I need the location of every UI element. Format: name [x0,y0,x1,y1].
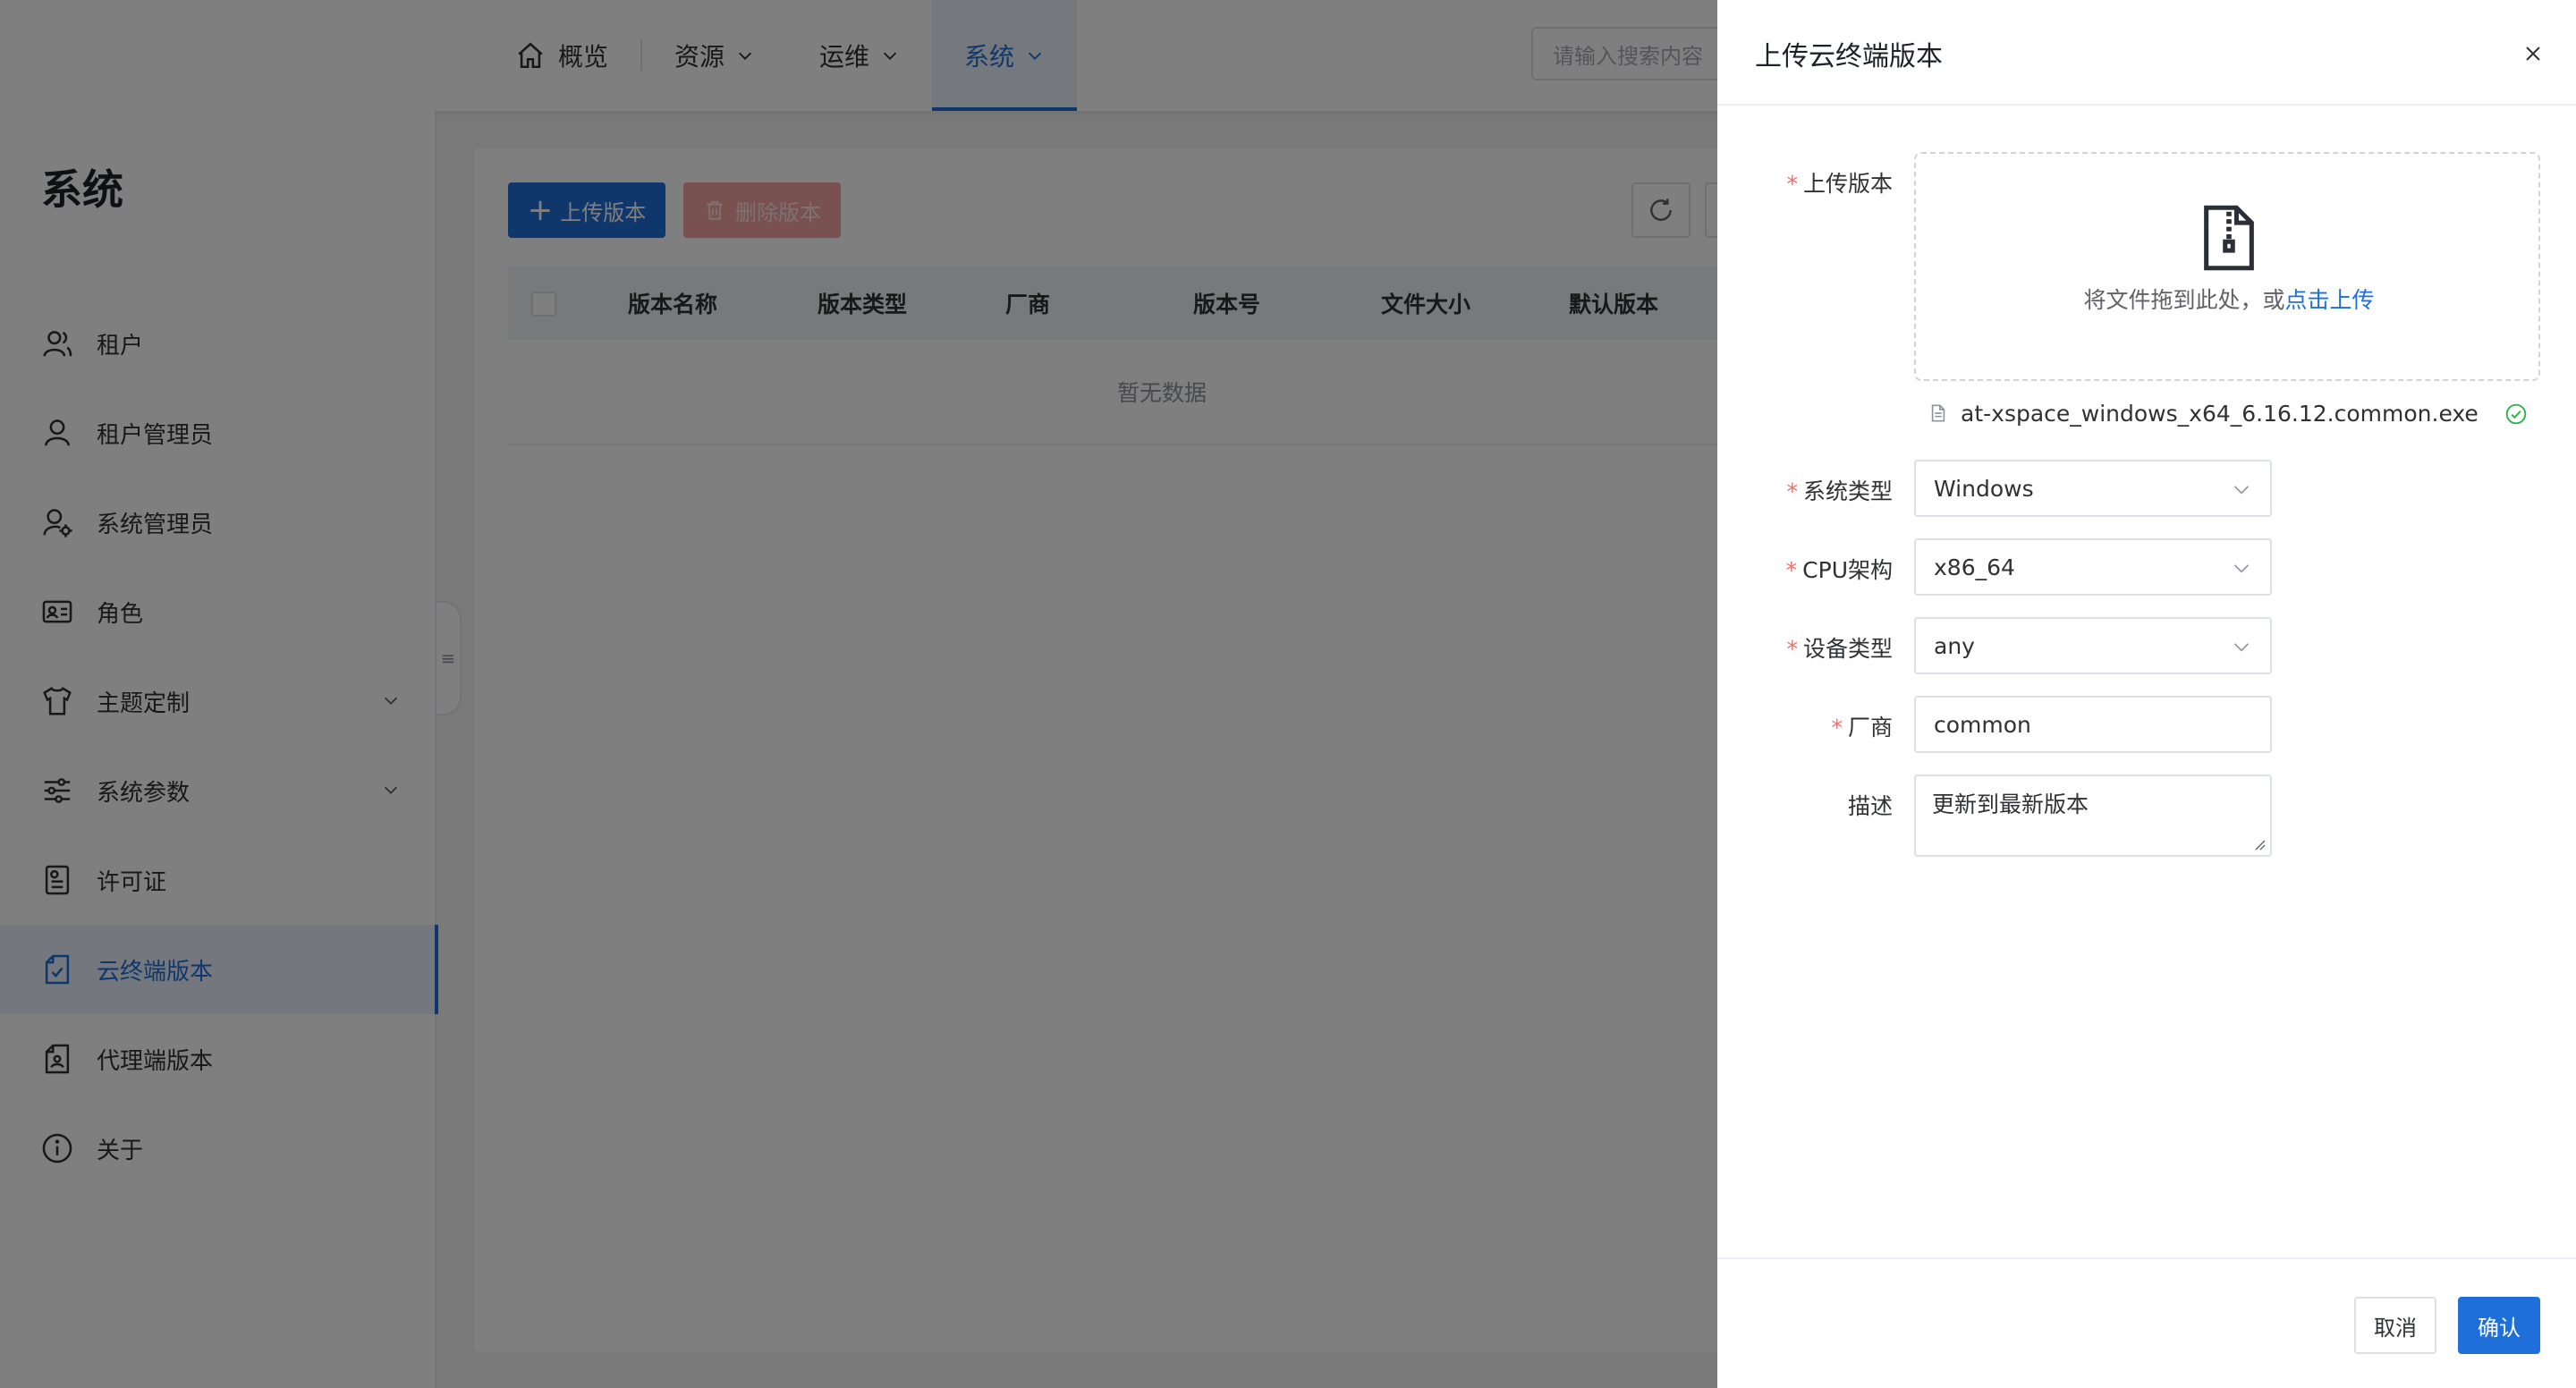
device-type-label: 设备类型 [1802,636,1893,662]
resize-grip-icon[interactable] [2252,837,2267,851]
close-icon [2526,47,2540,61]
upload-drawer: 上传云终端版本 * 上传版本 将文件拖到此处，或点击上传 at-xspace_wi… [1717,0,2576,1388]
device-type-select[interactable]: any [1914,617,2272,674]
device-type-label-row: * 设备类型 [1624,631,1893,664]
click-to-upload-link[interactable]: 点击上传 [2285,287,2375,313]
vendor-label: 厂商 [1847,715,1893,741]
required-mark: * [1785,557,1798,583]
document-icon [1931,404,1945,422]
upload-hint-text: 将文件拖到此处，或 [2083,287,2285,313]
vendor-label-row: * 厂商 [1624,710,1893,742]
drawer-header: 上传云终端版本 [1717,0,2576,106]
file-zip-icon [2204,205,2254,271]
upload-hint: 将文件拖到此处，或点击上传 [1916,283,2542,315]
required-mark: * [1786,478,1798,504]
os-type-label-row: * 系统类型 [1624,474,1893,506]
uploaded-file-name: at-xspace_windows_x64_6.16.12.common.exe [1961,400,2479,427]
required-mark: * [1831,715,1843,741]
uploaded-file-item[interactable]: at-xspace_windows_x64_6.16.12.common.exe [1928,397,2528,429]
cancel-button[interactable]: 取消 [2354,1297,2436,1354]
chevron-down-icon [2233,564,2250,573]
description-label: 描述 [1847,793,1893,819]
vendor-input[interactable]: common [1914,696,2272,753]
os-type-value: Windows [1934,475,2034,502]
confirm-button[interactable]: 确认 [2458,1297,2540,1354]
drawer-title: 上传云终端版本 [1755,41,1943,72]
cpu-arch-label: CPU架构 [1802,557,1893,583]
description-textarea[interactable]: 更新到最新版本 [1914,774,2272,857]
cpu-arch-select[interactable]: x86_64 [1914,538,2272,596]
close-button[interactable] [2517,38,2549,70]
upload-label: 上传版本 [1802,171,1893,197]
description-value: 更新到最新版本 [1932,791,2089,817]
cpu-arch-label-row: * CPU架构 [1624,553,1893,585]
drawer-footer: 取消 确认 [1717,1257,2576,1388]
device-type-value: any [1934,632,1975,659]
cpu-arch-value: x86_64 [1934,554,2015,580]
check-circle-icon [2505,403,2527,425]
required-mark: * [1786,636,1798,662]
chevron-down-icon [2233,486,2250,495]
vendor-value: common [1934,711,2031,738]
upload-dropzone[interactable]: 将文件拖到此处，或点击上传 [1914,152,2540,381]
os-type-label: 系统类型 [1802,478,1893,504]
required-mark: * [1786,171,1798,197]
chevron-down-icon [2233,643,2250,652]
description-label-row: 描述 [1624,789,1893,821]
os-type-select[interactable]: Windows [1914,460,2272,517]
upload-label-row: * 上传版本 [1624,166,1893,199]
